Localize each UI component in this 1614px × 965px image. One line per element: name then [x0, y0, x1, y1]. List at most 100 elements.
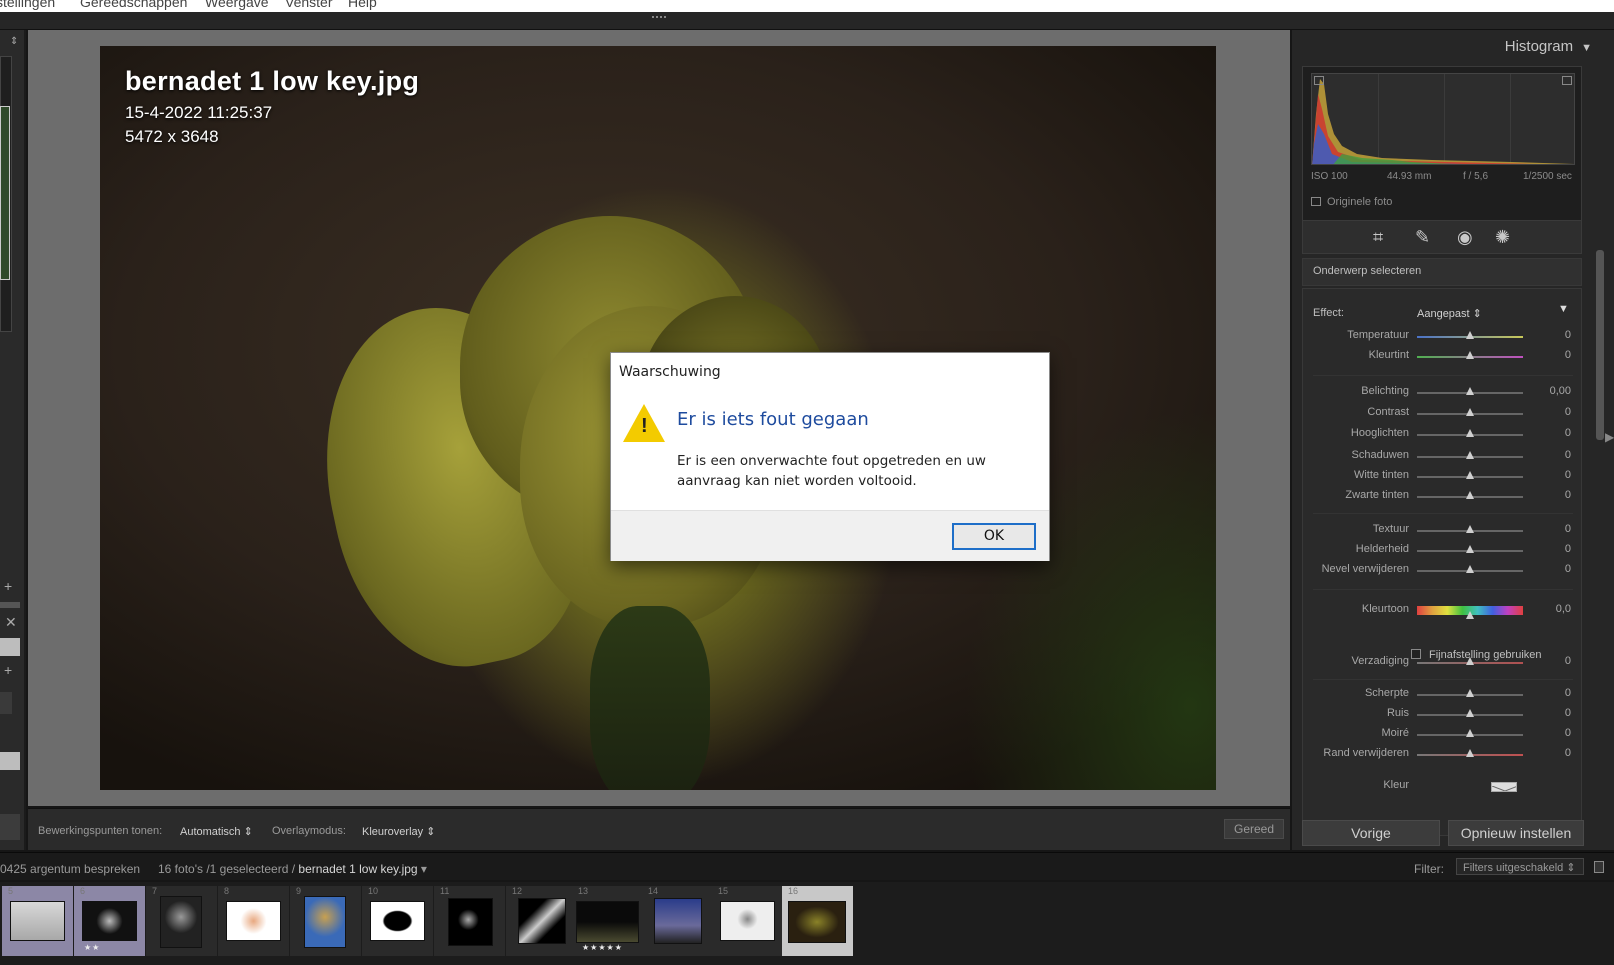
menu-item-venster[interactable]: Venster [285, 0, 332, 10]
filmstrip-cell[interactable]: 14 [642, 886, 713, 956]
effect-select[interactable]: Aangepast ⇕ [1417, 307, 1482, 320]
filmstrip-cell[interactable]: 13 ★★★★★ [572, 886, 643, 956]
loupe-toolbar: Bewerkingspunten tonen: Automatisch ⇕ Ov… [28, 808, 1290, 850]
slider-scherpte[interactable]: Scherpte 0 [1303, 687, 1583, 703]
collection-name[interactable]: 0425 argentum bespreken [0, 862, 140, 876]
filmstrip-cell[interactable]: 7 [146, 886, 217, 956]
reset-button[interactable]: Opnieuw instellen [1448, 820, 1584, 846]
menu-item-instellingen[interactable]: stellingen [0, 0, 55, 10]
updown-icon[interactable]: ⇕ [10, 36, 18, 47]
slider-moire[interactable]: Moiré 0 [1303, 727, 1583, 743]
left-panel: ⇕ + ✕ + [0, 30, 26, 850]
healing-icon[interactable]: ✎ [1415, 227, 1430, 248]
filmstrip-cell[interactable]: 8 [218, 886, 289, 956]
histogram-curve [1312, 79, 1574, 164]
photo-info-overlay: bernadet 1 low key.jpg 15-4-2022 11:25:3… [125, 66, 419, 147]
thumbnail[interactable] [654, 898, 702, 944]
slider-rand[interactable]: Rand verwijderen 0 [1303, 747, 1583, 763]
filter-lock-icon[interactable] [1594, 861, 1604, 873]
filmstrip-cell-selected[interactable]: 16 [782, 886, 853, 956]
preset-field[interactable] [0, 638, 20, 656]
updown-icon: ⇕ [243, 826, 253, 838]
done-button[interactable]: Gereed [1224, 819, 1284, 839]
thumbnail[interactable] [788, 901, 846, 943]
thumbnail[interactable] [576, 901, 639, 943]
panel-divider [0, 602, 20, 608]
slider-hooglichten[interactable]: Hooglichten 0 [1303, 427, 1583, 443]
warning-exclamation: ! [641, 415, 648, 437]
filmstrip-cell[interactable]: 11 [434, 886, 505, 956]
slider-ruis[interactable]: Ruis 0 [1303, 707, 1583, 723]
points-value: Automatisch [180, 826, 241, 838]
points-select[interactable]: Automatisch ⇕ [180, 825, 253, 838]
slider-zwarte-tinten[interactable]: Zwarte tinten 0 [1303, 489, 1583, 505]
filmstrip: 5 6 ★★ 7 8 9 10 11 12 13 ★★★★★ 14 15 16 [0, 882, 1614, 965]
thumbnail[interactable] [720, 901, 775, 941]
histogram-title: Histogram [1504, 38, 1574, 55]
navigator-preview[interactable] [0, 106, 10, 280]
menu-item-gereedschappen[interactable]: Gereedschappen [80, 0, 187, 10]
slider-belichting[interactable]: Belichting 0,00 [1303, 385, 1583, 401]
slider-witte-tinten[interactable]: Witte tinten 0 [1303, 469, 1583, 485]
thumbnail[interactable] [82, 901, 137, 941]
filter-select[interactable]: Filters uitgeschakeld ⇕ [1456, 858, 1584, 875]
filmstrip-cell[interactable]: 9 [290, 886, 361, 956]
filmstrip-cell[interactable]: 5 [2, 886, 73, 956]
right-panel-toggle-icon[interactable]: ▶ [1605, 430, 1614, 444]
add-icon[interactable]: + [4, 578, 12, 594]
checkbox-icon[interactable] [1311, 197, 1321, 206]
iso-value: ISO 100 [1311, 171, 1348, 182]
histogram-header[interactable]: Histogram ▼ [1292, 38, 1592, 55]
panel-grip-icon[interactable] [652, 16, 666, 22]
thumbnail[interactable] [518, 898, 566, 944]
mask-name-bar[interactable]: Onderwerp selecteren [1302, 258, 1582, 286]
current-file[interactable]: bernadet 1 low key.jpg [298, 862, 417, 876]
thumbnail[interactable] [448, 898, 493, 946]
slider-contrast[interactable]: Contrast 0 [1303, 406, 1583, 422]
thumbnail[interactable] [226, 901, 281, 941]
updown-icon: ⇕ [426, 826, 436, 838]
collapse-triangle-icon[interactable]: ▼ [1581, 42, 1592, 54]
shadow-clipping-icon[interactable] [1314, 76, 1324, 85]
slider-kleurtint[interactable]: Kleurtint 0 [1303, 349, 1583, 365]
slider-temperatuur[interactable]: Temperatuur 0 [1303, 329, 1583, 345]
slider-kleurtoon[interactable]: Kleurtoon 0,0 [1303, 603, 1583, 619]
close-icon[interactable]: ✕ [5, 614, 17, 631]
filmstrip-cell[interactable]: 10 [362, 886, 433, 956]
overlay-select[interactable]: Kleuroverlay ⇕ [362, 825, 435, 838]
left-panel-swatch[interactable] [0, 692, 12, 714]
filmstrip-cell[interactable]: 15 [712, 886, 783, 956]
histogram-graph[interactable] [1311, 73, 1575, 165]
thumbnail[interactable] [160, 896, 202, 948]
thumbnail[interactable] [370, 901, 425, 941]
highlight-clipping-icon[interactable] [1562, 76, 1572, 85]
crop-icon[interactable]: ⌗ [1373, 227, 1383, 248]
masking-icon[interactable]: ✺ [1495, 227, 1510, 248]
kleur-swatch[interactable] [1491, 782, 1517, 792]
filmstrip-cell[interactable]: 6 ★★ [74, 886, 145, 956]
dropdown-icon[interactable]: ▾ [421, 862, 427, 876]
slider-helderheid[interactable]: Helderheid 0 [1303, 543, 1583, 559]
redeye-icon[interactable]: ◉ [1457, 227, 1473, 248]
thumbnail[interactable] [10, 901, 65, 941]
menu-item-weergave[interactable]: Weergave [205, 0, 269, 10]
right-panel-scrollbar[interactable] [1596, 250, 1604, 440]
left-panel-field[interactable] [0, 752, 20, 770]
slider-textuur[interactable]: Textuur 0 [1303, 523, 1583, 539]
photo-datetime: 15-4-2022 11:25:37 [125, 103, 273, 122]
slider-schaduwen[interactable]: Schaduwen 0 [1303, 449, 1583, 465]
slider-verzadiging[interactable]: Verzadiging 0 [1303, 655, 1583, 671]
left-panel-button[interactable] [0, 814, 20, 840]
kleur-row[interactable]: Kleur [1303, 779, 1583, 795]
thumbnail[interactable] [304, 896, 346, 948]
warning-dialog: Waarschuwing ! Er is iets fout gegaan Er… [610, 352, 1050, 561]
original-photo-toggle[interactable]: Originele foto [1311, 196, 1392, 208]
slider-nevel[interactable]: Nevel verwijderen 0 [1303, 563, 1583, 579]
ok-button[interactable]: OK [952, 523, 1036, 550]
menu-item-help[interactable]: Help [348, 0, 377, 10]
top-panel-toggle-strip[interactable] [0, 12, 1614, 30]
prev-button[interactable]: Vorige [1302, 820, 1440, 846]
filmstrip-cell[interactable]: 12 [506, 886, 577, 956]
add-preset-icon[interactable]: + [4, 662, 12, 678]
effect-collapse-icon[interactable]: ▼ [1558, 303, 1569, 315]
